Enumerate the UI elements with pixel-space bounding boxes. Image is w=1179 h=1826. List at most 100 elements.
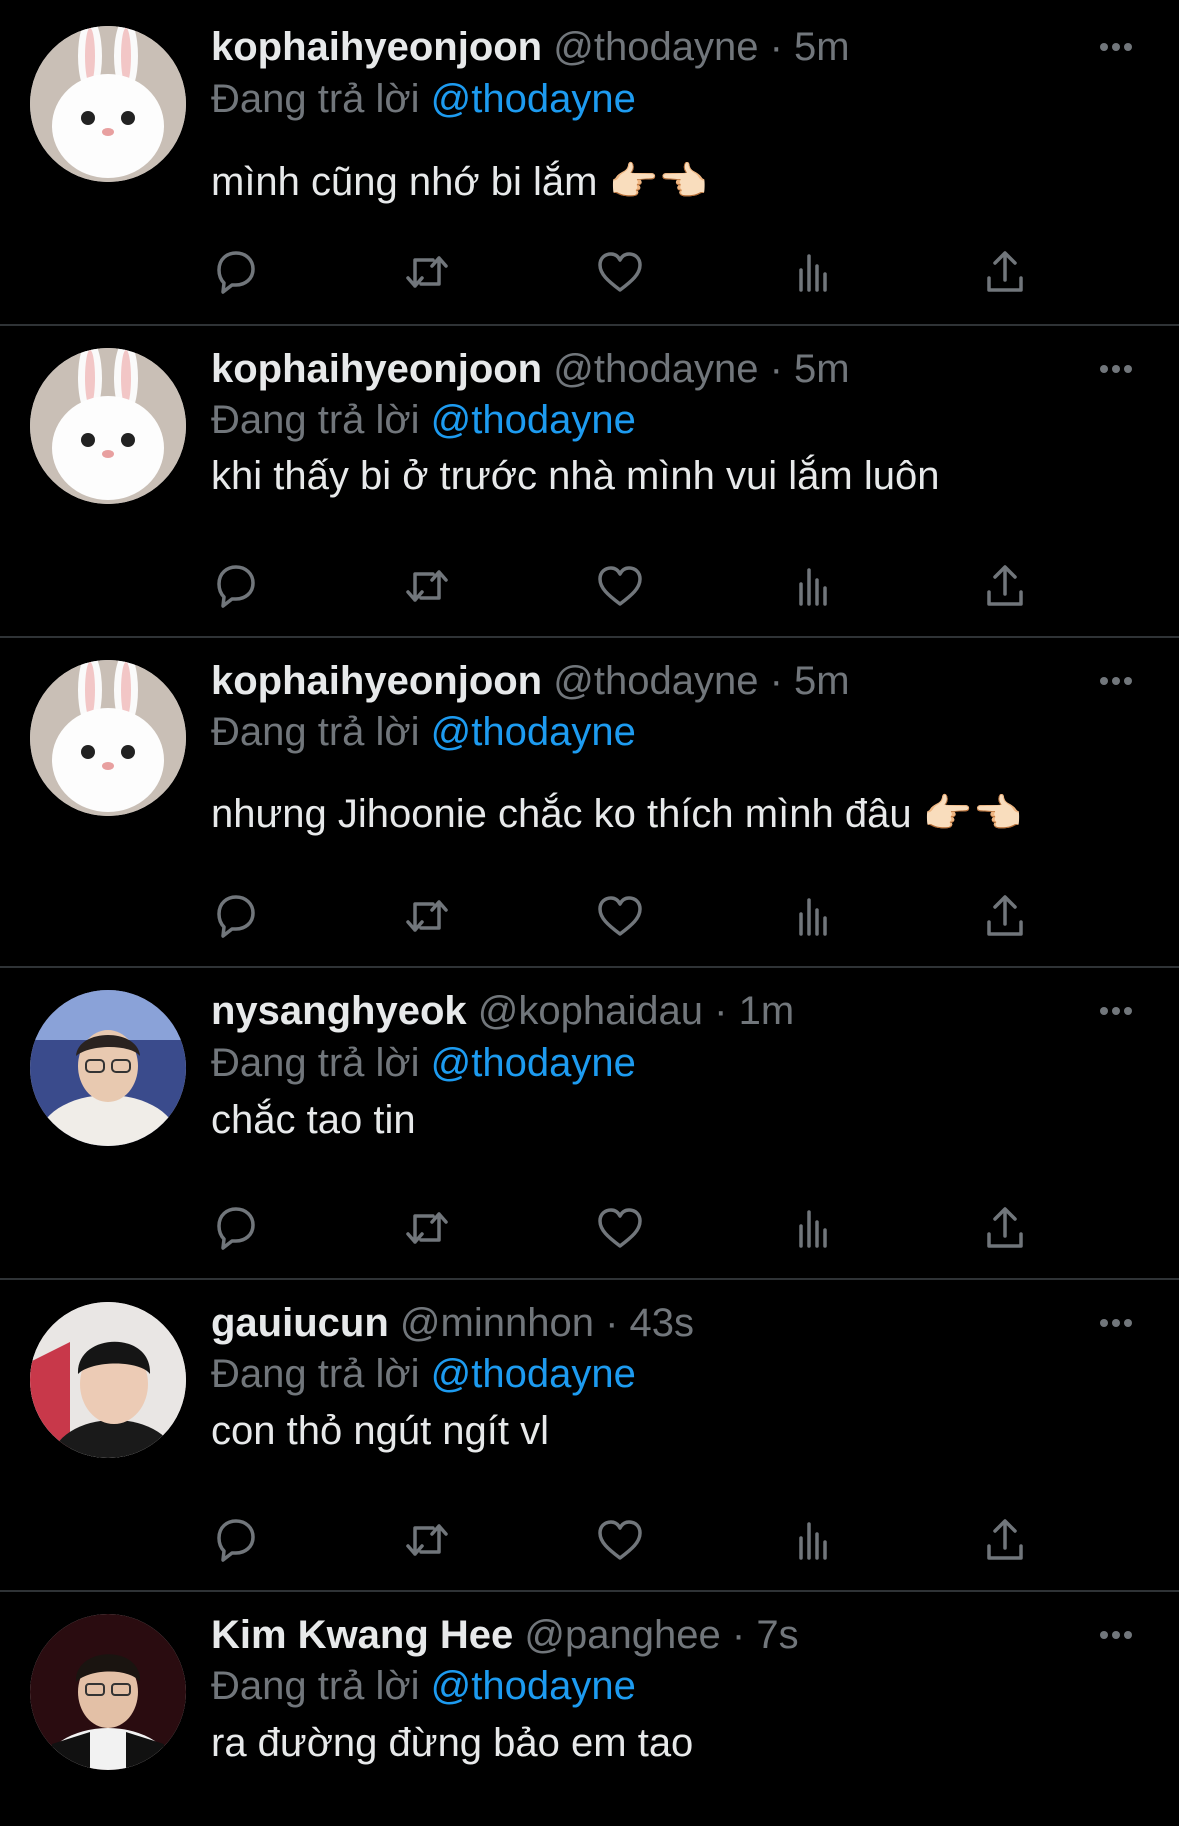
avatar[interactable] [30, 660, 186, 816]
heart-icon [598, 896, 642, 936]
user-handle[interactable]: @thodayne [553, 659, 758, 703]
views-button[interactable] [783, 1198, 843, 1258]
mention-link[interactable]: @thodayne [431, 710, 636, 754]
avatar[interactable] [30, 348, 186, 504]
display-name[interactable]: kophaihyeonjoon [211, 347, 542, 391]
tweet[interactable]: kophaihyeonjoon @thodayne · 5m Đang trả … [0, 0, 1179, 326]
tweet[interactable]: kophaihyeonjoon @thodayne · 5m Đang trả … [0, 638, 1179, 968]
mention-link[interactable]: @thodayne [431, 1041, 636, 1085]
display-name[interactable]: nysanghyeok [211, 989, 467, 1033]
share-button[interactable] [975, 1510, 1035, 1570]
timestamp[interactable]: 5m [794, 659, 850, 703]
more-button[interactable] [1090, 991, 1142, 1031]
retweet-button[interactable] [397, 242, 457, 302]
retweet-button[interactable] [397, 886, 457, 946]
avatar[interactable] [30, 990, 186, 1146]
tweet-header: Kim Kwang Hee @panghee · 7s [211, 1608, 799, 1662]
views-icon [799, 254, 827, 292]
retweet-icon [406, 570, 448, 602]
display-name[interactable]: kophaihyeonjoon [211, 25, 542, 69]
like-button[interactable] [590, 1198, 650, 1258]
tweet-header: nysanghyeok @kophaidau · 1m [211, 984, 794, 1038]
avatar[interactable] [30, 26, 186, 182]
mention-link[interactable]: @thodayne [431, 77, 636, 121]
heart-icon [598, 1520, 642, 1560]
tweet[interactable]: Kim Kwang Hee @panghee · 7s Đang trả lời… [0, 1592, 1179, 1824]
more-button[interactable] [1090, 349, 1142, 389]
retweet-button[interactable] [397, 1510, 457, 1570]
views-button[interactable] [783, 1510, 843, 1570]
bunny-avatar-icon [30, 348, 186, 504]
retweet-button[interactable] [397, 556, 457, 616]
reply-icon [217, 1207, 255, 1250]
views-icon [799, 568, 827, 606]
tweet-header: kophaihyeonjoon @thodayne · 5m [211, 654, 850, 708]
reply-button[interactable] [205, 886, 265, 946]
user-handle[interactable]: @thodayne [553, 25, 758, 69]
tweet-text: ra đường đừng bảo em tao [211, 1721, 694, 1765]
tweet-header: gauiucun @minnhon · 43s [211, 1296, 694, 1350]
replying-to-label: Đang trả lời [211, 77, 420, 121]
timestamp[interactable]: 43s [630, 1301, 695, 1345]
more-button[interactable] [1090, 1303, 1142, 1343]
share-icon [987, 565, 1023, 606]
more-button[interactable] [1090, 661, 1142, 701]
share-icon [987, 895, 1023, 936]
mention-link[interactable]: @thodayne [431, 398, 636, 442]
replying-to-label: Đang trả lời [211, 1041, 420, 1085]
views-button[interactable] [783, 556, 843, 616]
tweet-text: nhưng Jihoonie chắc ko thích mình đâu 👉🏻… [211, 792, 1023, 836]
timestamp[interactable]: 7s [756, 1613, 798, 1657]
avatar[interactable] [30, 1302, 186, 1458]
reply-icon [217, 895, 255, 938]
replying-to-label: Đang trả lời [211, 1352, 420, 1396]
separator-dot: · [769, 347, 783, 391]
tweet[interactable]: kophaihyeonjoon @thodayne · 5m Đang trả … [0, 326, 1179, 638]
views-button[interactable] [783, 886, 843, 946]
timestamp[interactable]: 1m [739, 989, 795, 1033]
reply-button[interactable] [205, 556, 265, 616]
mention-link[interactable]: @thodayne [431, 1664, 636, 1708]
share-button[interactable] [975, 886, 1035, 946]
reply-button[interactable] [205, 1198, 265, 1258]
share-button[interactable] [975, 556, 1035, 616]
user-handle[interactable]: @panghee [524, 1613, 720, 1657]
reply-button[interactable] [205, 1510, 265, 1570]
like-button[interactable] [590, 242, 650, 302]
more-button[interactable] [1090, 27, 1142, 67]
avatar[interactable] [30, 1614, 186, 1770]
share-button[interactable] [975, 242, 1035, 302]
reply-button[interactable] [205, 242, 265, 302]
views-icon [799, 898, 827, 936]
more-icon [1100, 1631, 1132, 1639]
display-name[interactable]: Kim Kwang Hee [211, 1613, 513, 1657]
like-button[interactable] [590, 886, 650, 946]
action-bar [205, 242, 1055, 302]
tweet[interactable]: nysanghyeok @kophaidau · 1m Đang trả lời… [0, 968, 1179, 1280]
replying-to: Đang trả lời @thodayne [211, 1036, 636, 1090]
tweet-text: mình cũng nhớ bi lắm 👉🏻👈🏻 [211, 160, 709, 204]
views-icon [799, 1210, 827, 1248]
tweet-header: kophaihyeonjoon @thodayne · 5m [211, 20, 850, 74]
tweet[interactable]: gauiucun @minnhon · 43s Đang trả lời @th… [0, 1280, 1179, 1592]
timestamp[interactable]: 5m [794, 25, 850, 69]
views-button[interactable] [783, 242, 843, 302]
more-icon [1100, 1007, 1132, 1015]
display-name[interactable]: gauiucun [211, 1301, 389, 1345]
share-button[interactable] [975, 1198, 1035, 1258]
reply-feed: kophaihyeonjoon @thodayne · 5m Đang trả … [0, 0, 1179, 1824]
user-handle[interactable]: @thodayne [553, 347, 758, 391]
timestamp[interactable]: 5m [794, 347, 850, 391]
replying-to: Đang trả lời @thodayne [211, 393, 636, 447]
display-name[interactable]: kophaihyeonjoon [211, 659, 542, 703]
like-button[interactable] [590, 1510, 650, 1570]
like-button[interactable] [590, 556, 650, 616]
retweet-button[interactable] [397, 1198, 457, 1258]
user-handle[interactable]: @minnhon [400, 1301, 594, 1345]
mention-link[interactable]: @thodayne [431, 1352, 636, 1396]
user-handle[interactable]: @kophaidau [478, 989, 703, 1033]
replying-to-label: Đang trả lời [211, 398, 420, 442]
more-button[interactable] [1090, 1615, 1142, 1655]
action-bar [205, 1510, 1055, 1570]
separator-dot: · [769, 25, 783, 69]
